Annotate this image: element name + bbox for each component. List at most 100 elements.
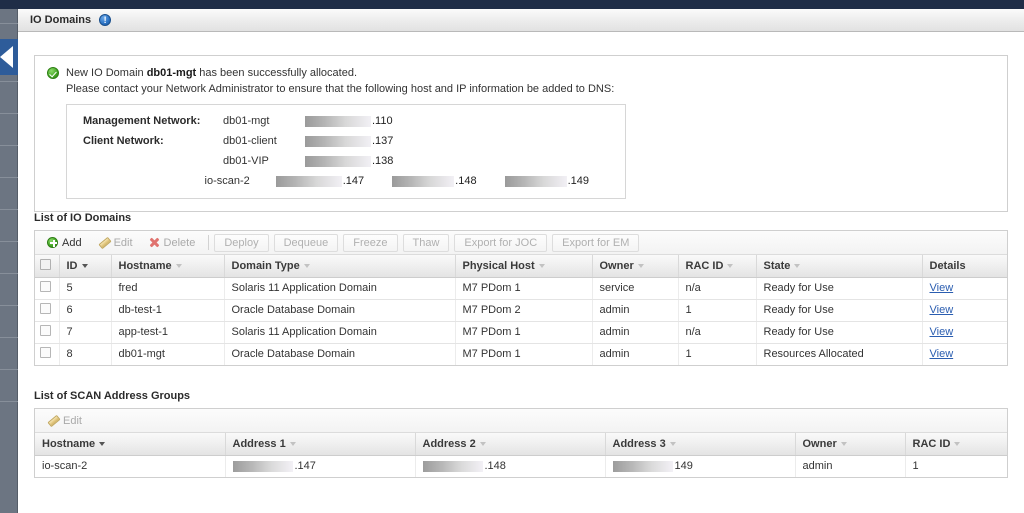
column-header-scan-rac-id[interactable]: RAC ID [905, 433, 1007, 456]
export-for-em-button[interactable]: Export for EM [552, 233, 640, 252]
ip-suffix: .138 [372, 155, 394, 167]
table-row: io-scan-2 .147 .148 149 admin 1 [35, 455, 1007, 477]
add-button-label: Add [62, 236, 82, 249]
column-header-address-3[interactable]: Address 3 [605, 433, 796, 456]
cell-domain-type: Solaris 11 Application Domain [224, 321, 456, 344]
page-content: New IO Domain db01-mgt has been successf… [18, 32, 1024, 513]
scan-groups-panel: Edit Hostname Address 1 Address 2 Addres… [34, 408, 1008, 478]
edit-button-label: Edit [113, 236, 133, 249]
thaw-button[interactable]: Thaw [402, 233, 450, 252]
export-for-joc-button[interactable]: Export for JOC [454, 233, 548, 252]
row-checkbox[interactable] [40, 303, 51, 314]
sort-arrow-icon[interactable] [727, 263, 734, 268]
cell-details: View [922, 299, 1007, 322]
column-header-address-2[interactable]: Address 2 [415, 433, 606, 456]
network-address: .149 [504, 175, 589, 187]
column-header-owner[interactable]: Owner [592, 255, 679, 278]
column-header-scan-hostname[interactable]: Hostname [35, 433, 226, 456]
freeze-button[interactable]: Freeze [343, 233, 398, 252]
pencil-icon [47, 415, 59, 426]
view-link[interactable]: View [930, 282, 954, 294]
add-button[interactable]: Add [39, 233, 90, 253]
cell-scan-owner: admin [795, 455, 906, 477]
row-select-cell[interactable] [35, 299, 60, 322]
cell-domain-type: Oracle Database Domain [224, 299, 456, 322]
sort-arrow-icon[interactable] [538, 263, 545, 268]
redacted-ip-block [612, 460, 673, 472]
cell-state: Ready for Use [756, 299, 923, 322]
sort-arrow-icon[interactable] [479, 441, 486, 446]
deploy-button[interactable]: Deploy [214, 233, 269, 252]
column-header-state[interactable]: State [756, 255, 923, 278]
network-hostname: db01-VIP [223, 155, 269, 167]
select-all-header[interactable] [35, 255, 60, 278]
view-link[interactable]: View [930, 326, 954, 338]
sort-arrow-icon[interactable] [99, 441, 106, 446]
ip-suffix: .137 [372, 135, 394, 147]
column-header-physical-host[interactable]: Physical Host [455, 255, 593, 278]
cell-scan-hostname: io-scan-2 [35, 455, 226, 477]
left-navigation-rail[interactable] [0, 9, 18, 513]
table-row: 7 app-test-1 Solaris 11 Application Doma… [35, 321, 1007, 344]
row-checkbox[interactable] [40, 325, 51, 336]
ip-suffix: .110 [372, 115, 393, 127]
sort-arrow-icon[interactable] [840, 441, 847, 446]
redacted-ip-block [504, 175, 567, 187]
view-link[interactable]: View [930, 304, 954, 316]
table-row: 6 db-test-1 Oracle Database Domain M7 PD… [35, 299, 1007, 322]
network-label: Client Network: [83, 135, 164, 147]
info-circle-icon[interactable] [99, 14, 112, 26]
column-header-rac-id[interactable]: RAC ID [678, 255, 757, 278]
cell-owner: service [592, 277, 679, 300]
network-label: Management Network: [83, 115, 201, 127]
sort-arrow-icon[interactable] [669, 441, 676, 446]
column-header-domain-type[interactable]: Domain Type [224, 255, 456, 278]
cell-details: View [922, 321, 1007, 344]
column-header-id[interactable]: ID [59, 255, 112, 278]
sort-arrow-icon[interactable] [794, 263, 801, 268]
network-address: .137 [305, 135, 393, 147]
row-select-cell[interactable] [35, 321, 60, 344]
delete-x-icon [149, 237, 160, 248]
redacted-ip-block [305, 115, 371, 127]
add-circle-icon [47, 237, 58, 248]
network-info-table: Management Network: db01-mgt .110 Client… [66, 104, 626, 199]
sort-arrow-icon[interactable] [954, 441, 961, 446]
ip-suffix: .147 [342, 175, 365, 187]
sort-arrow-icon[interactable] [289, 441, 296, 446]
scan-groups-table: Hostname Address 1 Address 2 Address 3 O… [35, 433, 1007, 477]
cell-rac-id: n/a [678, 277, 757, 300]
sort-arrow-icon[interactable] [81, 263, 88, 268]
column-header-hostname[interactable]: Hostname [111, 255, 225, 278]
cell-scan-rac-id: 1 [912, 460, 919, 473]
view-link[interactable]: View [930, 348, 954, 360]
sort-arrow-icon[interactable] [637, 263, 644, 268]
column-header-scan-owner[interactable]: Owner [795, 433, 906, 456]
page-title: IO Domains [30, 14, 92, 26]
row-select-cell[interactable] [35, 343, 60, 365]
collapse-panel-arrow-icon[interactable] [0, 46, 13, 68]
cell-rac-id: n/a [678, 321, 757, 344]
network-address: .138 [305, 155, 393, 167]
cell-hostname: db-test-1 [111, 299, 225, 322]
dequeue-button[interactable]: Dequeue [273, 233, 339, 252]
row-checkbox[interactable] [40, 347, 51, 359]
edit-button[interactable]: Edit [90, 233, 141, 253]
cell-domain-type: Solaris 11 Application Domain [224, 277, 456, 300]
column-header-details: Details [922, 255, 1007, 278]
cell-rac-id: 1 [678, 343, 757, 365]
row-select-cell[interactable] [35, 277, 60, 300]
application-window: IO Domains New IO Domain db01-mgt has be… [0, 0, 1024, 513]
scan-edit-button[interactable]: Edit [39, 411, 90, 431]
sort-arrow-icon[interactable] [175, 263, 182, 268]
sort-arrow-icon[interactable] [303, 263, 310, 268]
row-checkbox[interactable] [40, 281, 51, 292]
cell-physical-host: M7 PDom 1 [455, 277, 593, 300]
address-2-suffix: .148 [484, 460, 506, 473]
column-header-address-1[interactable]: Address 1 [225, 433, 416, 456]
io-domains-toolbar: Add Edit Delete Deploy Dequeue Freeze Th… [35, 231, 1007, 255]
delete-button[interactable]: Delete [141, 233, 204, 253]
table-row: 8 db01-mgt Oracle Database Domain M7 PDo… [35, 343, 1007, 365]
select-all-checkbox[interactable] [40, 258, 51, 270]
cell-hostname: db01-mgt [111, 343, 225, 365]
